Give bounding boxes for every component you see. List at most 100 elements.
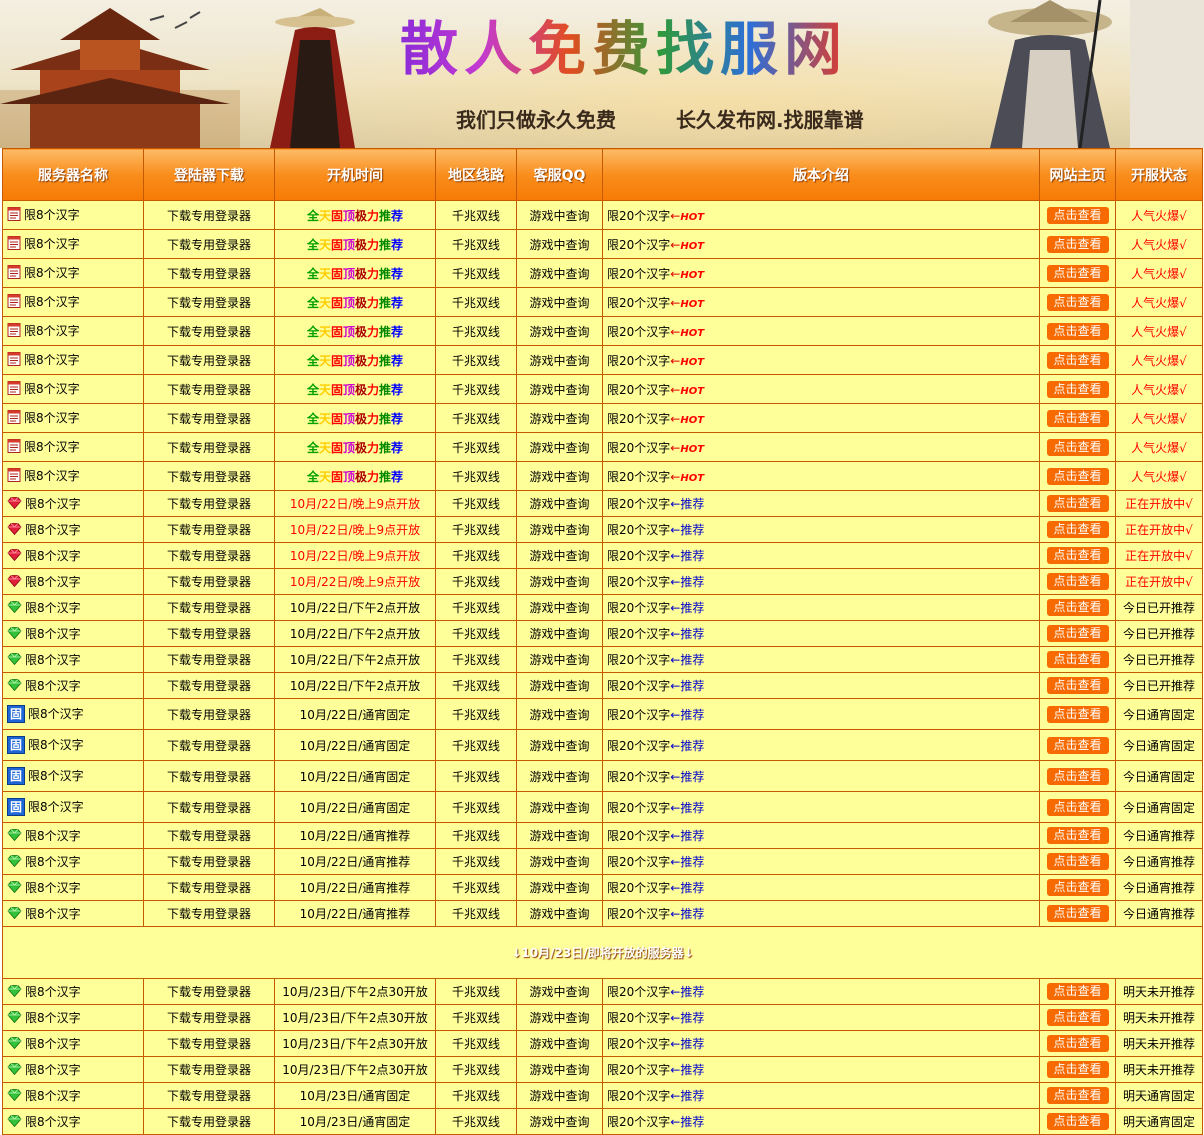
download-link[interactable]: 下载专用登录器 [143, 900, 275, 927]
server-name-cell[interactable]: 限8个汉字 [2, 345, 144, 375]
download-link[interactable]: 下载专用登录器 [143, 822, 275, 849]
server-name-cell[interactable]: 固限8个汉字 [2, 760, 144, 792]
download-link[interactable]: 下载专用登录器 [143, 1030, 275, 1057]
view-button[interactable]: 点击查看 [1046, 736, 1109, 754]
server-name-cell[interactable]: 限8个汉字 [2, 1056, 144, 1083]
server-name-cell[interactable]: 限8个汉字 [2, 374, 144, 404]
view-button[interactable]: 点击查看 [1046, 547, 1109, 564]
view-button[interactable]: 点击查看 [1046, 798, 1109, 816]
download-link[interactable]: 下载专用登录器 [143, 874, 275, 901]
view-button[interactable]: 点击查看 [1046, 573, 1109, 590]
server-name-cell[interactable]: 限8个汉字 [2, 461, 144, 491]
server-name-cell[interactable]: 限8个汉字 [2, 620, 144, 647]
download-link[interactable]: 下载专用登录器 [143, 1056, 275, 1083]
server-name-cell[interactable]: 固限8个汉字 [2, 791, 144, 823]
view-button[interactable]: 点击查看 [1046, 705, 1109, 723]
view-button[interactable]: 点击查看 [1046, 351, 1109, 369]
view-button[interactable]: 点击查看 [1046, 879, 1109, 896]
server-name-cell[interactable]: 限8个汉字 [2, 490, 144, 517]
view-button[interactable]: 点击查看 [1046, 1087, 1109, 1104]
view-button[interactable]: 点击查看 [1046, 905, 1109, 922]
download-link[interactable]: 下载专用登录器 [143, 229, 275, 259]
view-button[interactable]: 点击查看 [1046, 409, 1109, 427]
green-gem-icon [7, 679, 22, 694]
view-button[interactable]: 点击查看 [1046, 293, 1109, 311]
download-link[interactable]: 下载专用登录器 [143, 316, 275, 346]
download-link[interactable]: 下载专用登录器 [143, 374, 275, 404]
view-button[interactable]: 点击查看 [1046, 651, 1109, 668]
view-button[interactable]: 点击查看 [1046, 206, 1109, 224]
download-link[interactable]: 下载专用登录器 [143, 490, 275, 517]
server-name-cell[interactable]: 限8个汉字 [2, 594, 144, 621]
view-button[interactable]: 点击查看 [1046, 521, 1109, 538]
download-link[interactable]: 下载专用登录器 [143, 461, 275, 491]
fixed-badge-icon: 固 [7, 705, 25, 724]
view-button[interactable]: 点击查看 [1046, 438, 1109, 456]
download-link[interactable]: 下载专用登录器 [143, 1108, 275, 1135]
server-name-cell[interactable]: 固限8个汉字 [2, 729, 144, 761]
view-button[interactable]: 点击查看 [1046, 467, 1109, 485]
download-link[interactable]: 下载专用登录器 [143, 848, 275, 875]
download-link[interactable]: 下载专用登录器 [143, 568, 275, 595]
download-link[interactable]: 下载专用登录器 [143, 200, 275, 230]
server-name-cell[interactable]: 限8个汉字 [2, 403, 144, 433]
server-name-text: 限8个汉字 [24, 295, 80, 309]
view-button[interactable]: 点击查看 [1046, 625, 1109, 642]
download-link[interactable]: 下载专用登录器 [143, 287, 275, 317]
view-button[interactable]: 点击查看 [1046, 677, 1109, 694]
download-link[interactable]: 下载专用登录器 [143, 432, 275, 462]
view-button[interactable]: 点击查看 [1046, 1113, 1109, 1130]
download-link[interactable]: 下载专用登录器 [143, 542, 275, 569]
download-link[interactable]: 下载专用登录器 [143, 403, 275, 433]
server-name-cell[interactable]: 限8个汉字 [2, 1082, 144, 1109]
view-button[interactable]: 点击查看 [1046, 495, 1109, 512]
view-button[interactable]: 点击查看 [1046, 1061, 1109, 1078]
server-name-cell[interactable]: 限8个汉字 [2, 287, 144, 317]
server-name-cell[interactable]: 限8个汉字 [2, 542, 144, 569]
server-name-cell[interactable]: 限8个汉字 [2, 848, 144, 875]
download-link[interactable]: 下载专用登录器 [143, 1004, 275, 1031]
server-name-cell[interactable]: 限8个汉字 [2, 822, 144, 849]
server-name-cell[interactable]: 固限8个汉字 [2, 698, 144, 730]
download-link[interactable]: 下载专用登录器 [143, 978, 275, 1005]
view-button[interactable]: 点击查看 [1046, 235, 1109, 253]
download-link[interactable]: 下载专用登录器 [143, 345, 275, 375]
download-link[interactable]: 下载专用登录器 [143, 729, 275, 761]
server-name-cell[interactable]: 限8个汉字 [2, 516, 144, 543]
server-name-cell[interactable]: 限8个汉字 [2, 316, 144, 346]
server-name-cell[interactable]: 限8个汉字 [2, 1004, 144, 1031]
server-name-cell[interactable]: 限8个汉字 [2, 229, 144, 259]
download-link[interactable]: 下载专用登录器 [143, 620, 275, 647]
server-name-cell[interactable]: 限8个汉字 [2, 432, 144, 462]
view-button[interactable]: 点击查看 [1046, 599, 1109, 616]
download-link[interactable]: 下载专用登录器 [143, 1082, 275, 1109]
view-button[interactable]: 点击查看 [1046, 322, 1109, 340]
view-button[interactable]: 点击查看 [1046, 767, 1109, 785]
view-button[interactable]: 点击查看 [1046, 827, 1109, 844]
server-name-cell[interactable]: 限8个汉字 [2, 672, 144, 699]
download-link[interactable]: 下载专用登录器 [143, 646, 275, 673]
view-button[interactable]: 点击查看 [1046, 983, 1109, 1000]
download-link[interactable]: 下载专用登录器 [143, 594, 275, 621]
server-name-cell[interactable]: 限8个汉字 [2, 874, 144, 901]
server-name-cell[interactable]: 限8个汉字 [2, 200, 144, 230]
server-name-cell[interactable]: 限8个汉字 [2, 646, 144, 673]
view-button[interactable]: 点击查看 [1046, 264, 1109, 282]
server-name-cell[interactable]: 限8个汉字 [2, 1030, 144, 1057]
server-name-cell[interactable]: 限8个汉字 [2, 258, 144, 288]
view-button[interactable]: 点击查看 [1046, 1035, 1109, 1052]
view-button[interactable]: 点击查看 [1046, 1009, 1109, 1026]
server-name-cell[interactable]: 限8个汉字 [2, 1108, 144, 1135]
view-button[interactable]: 点击查看 [1046, 853, 1109, 870]
view-button[interactable]: 点击查看 [1046, 380, 1109, 398]
download-link[interactable]: 下载专用登录器 [143, 760, 275, 792]
download-link[interactable]: 下载专用登录器 [143, 791, 275, 823]
download-link[interactable]: 下载专用登录器 [143, 698, 275, 730]
download-link[interactable]: 下载专用登录器 [143, 672, 275, 699]
server-name-cell[interactable]: 限8个汉字 [2, 568, 144, 595]
download-link[interactable]: 下载专用登录器 [143, 516, 275, 543]
download-link[interactable]: 下载专用登录器 [143, 258, 275, 288]
server-name-text: 限8个汉字 [25, 1063, 81, 1077]
server-name-cell[interactable]: 限8个汉字 [2, 900, 144, 927]
server-name-cell[interactable]: 限8个汉字 [2, 978, 144, 1005]
